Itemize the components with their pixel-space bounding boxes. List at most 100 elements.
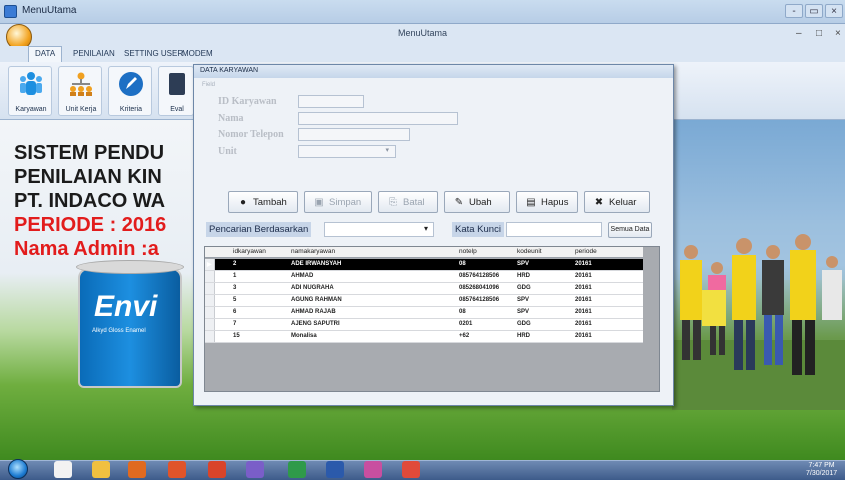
table-cell[interactable]: ADI NUGRAHA [291,285,334,291]
table-cell[interactable]: 08 [459,309,466,315]
table-cell[interactable]: 20161 [575,297,592,303]
table-cell[interactable]: SPV [517,309,529,315]
column-header[interactable]: idkaryawan [233,248,266,255]
table-cell[interactable]: 20161 [575,261,592,267]
table-cell[interactable]: 20161 [575,309,592,315]
table-cell[interactable]: HRD [517,273,530,279]
table-cell[interactable]: 7 [233,321,236,327]
table-cell[interactable]: 20161 [575,285,592,291]
kata-kunci-input[interactable] [506,222,602,237]
table-cell[interactable]: 3 [233,285,236,291]
table-cell[interactable]: SPV [517,261,529,267]
row-header[interactable] [205,331,215,342]
nama-input[interactable] [298,112,458,125]
excel-icon[interactable] [288,461,306,478]
restore-button[interactable]: ▭ [805,4,823,18]
row-header[interactable] [205,295,215,306]
visual-studio-icon[interactable] [246,461,264,478]
ubah-button[interactable]: ✎ Ubah [444,191,510,213]
minimize-button[interactable]: - [785,4,803,18]
table-row[interactable]: ▶ 2 ADE IRWANSYAH 08 SPV 20161 [205,259,643,271]
column-header[interactable]: notelp [459,248,477,255]
table-cell[interactable]: 20161 [575,333,592,339]
ribbon-maximize-button[interactable]: □ [816,28,822,39]
headline-periode: PERIODE : 2016 [14,214,167,236]
chrome-icon[interactable] [208,461,226,478]
table-cell[interactable]: 20161 [575,321,592,327]
tab-data[interactable]: DATA [28,46,63,62]
column-header[interactable]: kodeunit [517,248,542,255]
id-karyawan-input[interactable] [298,95,364,108]
pencarian-select[interactable]: ▾ [324,222,434,237]
row-header[interactable]: ▶ [205,259,215,270]
table-cell[interactable]: 0201 [459,321,472,327]
ribbon-minimize-button[interactable]: – [796,28,802,39]
table-row[interactable]: 1 AHMAD 085764128506 HRD 20161 [205,271,643,283]
table-cell[interactable]: 2 [233,261,236,267]
table-cell[interactable]: 085764128506 [459,273,499,279]
evaluasi-button[interactable]: Eval [158,66,194,116]
row-header[interactable] [205,319,215,330]
row-header[interactable] [205,307,215,318]
unit-kerja-button[interactable]: Unit Kerja [58,66,102,116]
table-cell[interactable]: AHMAD [291,273,313,279]
data-karyawan-dialog: DATA KARYAWAN Field ID Karyawan Nama Nom… [193,64,674,406]
close-button[interactable]: × [825,4,843,18]
semua-data-button[interactable]: Semua Data [608,222,652,238]
document-title: MenuUtama [397,28,448,38]
table-row[interactable]: 15 Monalisa +62 HRD 20161 [205,331,643,343]
table-cell[interactable]: 15 [233,333,240,339]
table-cell[interactable]: +62 [459,333,469,339]
tambah-button[interactable]: ● Tambah [228,191,298,213]
ie-icon[interactable] [54,461,72,478]
table-cell[interactable]: 5 [233,297,236,303]
tab-penilaian[interactable]: PENILAIAN [73,49,115,58]
window-titlebar: MenuUtama - ▭ × [0,0,845,24]
folder-icon[interactable] [92,461,110,478]
app-window-icon[interactable] [402,461,420,478]
paint-icon[interactable] [364,461,382,478]
kriteria-button[interactable]: Kriteria [108,66,152,116]
table-cell[interactable]: Monalisa [291,333,317,339]
simpan-button[interactable]: ▣ Simpan [304,191,372,213]
dialog-title: DATA KARYAWAN [194,65,673,78]
table-cell[interactable]: AJENG SAPUTRI [291,321,340,327]
karyawan-button[interactable]: Karyawan [8,66,52,116]
tab-modem[interactable]: MODEM [182,49,213,58]
table-row[interactable]: 5 AGUNG RAHMAN 085764128506 SPV 20161 [205,295,643,307]
table-cell[interactable]: 085268041096 [459,285,499,291]
table-cell[interactable]: ADE IRWANSYAH [291,261,341,267]
media-player-icon[interactable] [128,461,146,478]
table-cell[interactable]: GDG [517,321,531,327]
keluar-button[interactable]: ✖ Keluar [584,191,650,213]
table-cell[interactable]: SPV [517,297,529,303]
table-cell[interactable]: 6 [233,309,236,315]
table-cell[interactable]: 085764128506 [459,297,499,303]
karyawan-grid[interactable]: idkaryawan namakaryawan notelp kodeunit … [204,246,660,392]
table-cell[interactable]: 1 [233,273,236,279]
unit-select[interactable]: ▾ [298,145,396,158]
table-cell[interactable]: GDG [517,285,531,291]
table-row[interactable]: 3 ADI NUGRAHA 085268041096 GDG 20161 [205,283,643,295]
firefox-icon[interactable] [168,461,186,478]
table-cell[interactable]: 20161 [575,273,592,279]
word-icon[interactable] [326,461,344,478]
system-clock[interactable]: 7:47 PM 7/30/2017 [806,462,837,478]
column-header[interactable]: periode [575,248,597,255]
column-header[interactable]: namakaryawan [291,248,335,255]
table-cell[interactable]: HRD [517,333,530,339]
batal-button[interactable]: ⎘ Batal [378,191,438,213]
hapus-button[interactable]: ▤ Hapus [516,191,578,213]
table-cell[interactable]: AHMAD RAJAB [291,309,336,315]
table-row[interactable]: 6 AHMAD RAJAB 08 SPV 20161 [205,307,643,319]
ribbon-close-button[interactable]: × [835,28,841,39]
table-cell[interactable]: 08 [459,261,466,267]
table-cell[interactable]: AGUNG RAHMAN [291,297,342,303]
nomor-telepon-input[interactable] [298,128,410,141]
row-header[interactable] [205,271,215,282]
row-header[interactable] [205,283,215,294]
tambah-label: Tambah [253,196,287,208]
start-button[interactable] [8,459,28,479]
tab-setting-user[interactable]: SETTING USER [124,49,183,58]
table-row[interactable]: 7 AJENG SAPUTRI 0201 GDG 20161 [205,319,643,331]
